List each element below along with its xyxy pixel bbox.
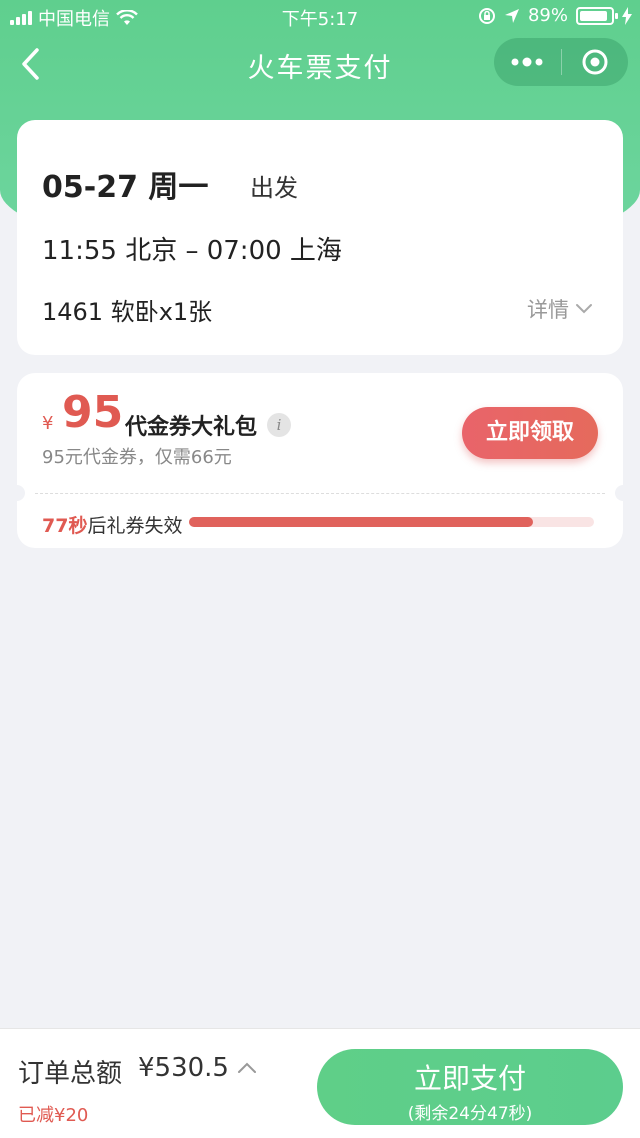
trip-card: 05-27 周一 出发 11:55 北京 – 07:00 上海 1461 软卧x…	[17, 120, 623, 355]
trip-depart-label: 出发	[250, 174, 298, 202]
trip-route: 11:55 北京 – 07:00 上海	[42, 236, 342, 266]
order-total-label: 订单总额	[18, 1059, 123, 1089]
chevron-up-icon[interactable]	[236, 1061, 258, 1075]
coupon-timer-suffix: 后礼券失效	[87, 515, 183, 537]
pay-now-label: 立即支付	[413, 1062, 526, 1095]
coupon-card: ¥ 95 代金券大礼包 i 95元代金券，仅需66元 立即领取 77秒后礼券失效	[9, 373, 631, 548]
nav-bar: 火车票支付	[0, 34, 640, 94]
claim-coupon-button[interactable]: 立即领取	[462, 407, 598, 459]
battery-percent: 89%	[527, 5, 568, 26]
pay-now-button[interactable]: 立即支付 (剩余24分47秒)	[317, 1049, 623, 1125]
trip-train-seat: 1461 软卧x1张	[42, 298, 213, 326]
location-icon	[504, 8, 519, 23]
discount-amount: 已减¥20	[18, 1105, 89, 1126]
bottom-bar: 订单总额 ¥530.5 已减¥20 立即支付 (剩余24分47秒)	[0, 1028, 640, 1138]
ticket-notch-right	[615, 485, 631, 501]
pay-remaining-time: (剩余24分47秒)	[407, 1104, 533, 1124]
status-right: 89%	[478, 5, 632, 26]
trip-detail-label: 详情	[527, 298, 569, 322]
coupon-currency: ¥	[42, 413, 54, 434]
coupon-timer-seconds: 77秒	[42, 515, 88, 537]
ticket-notch-left	[9, 485, 25, 501]
coupon-timer-progress	[189, 517, 594, 527]
coupon-timer: 77秒后礼券失效	[42, 511, 182, 538]
trip-date: 05-27 周一	[42, 170, 209, 205]
coupon-timer-progress-fill	[189, 517, 534, 527]
trip-detail-button[interactable]: 详情	[527, 294, 593, 324]
more-button[interactable]	[494, 38, 561, 86]
rotation-lock-icon	[478, 7, 495, 24]
status-bar: 中国电信 下午5:17 89%	[0, 0, 640, 34]
target-circle-icon	[582, 49, 608, 75]
coupon-divider	[35, 493, 605, 494]
more-dots-icon	[511, 57, 543, 67]
battery-icon	[576, 6, 618, 25]
coupon-amount: 95	[62, 387, 124, 438]
order-total-amount[interactable]: ¥530.5	[138, 1053, 229, 1083]
close-mini-program-button[interactable]	[562, 38, 629, 86]
coupon-subtitle: 95元代金券，仅需66元	[42, 447, 232, 468]
chevron-down-icon	[576, 304, 592, 314]
info-icon[interactable]: i	[267, 413, 291, 437]
coupon-name: 代金券大礼包	[125, 415, 258, 440]
charging-icon	[622, 6, 632, 25]
mini-program-capsule	[494, 38, 628, 86]
